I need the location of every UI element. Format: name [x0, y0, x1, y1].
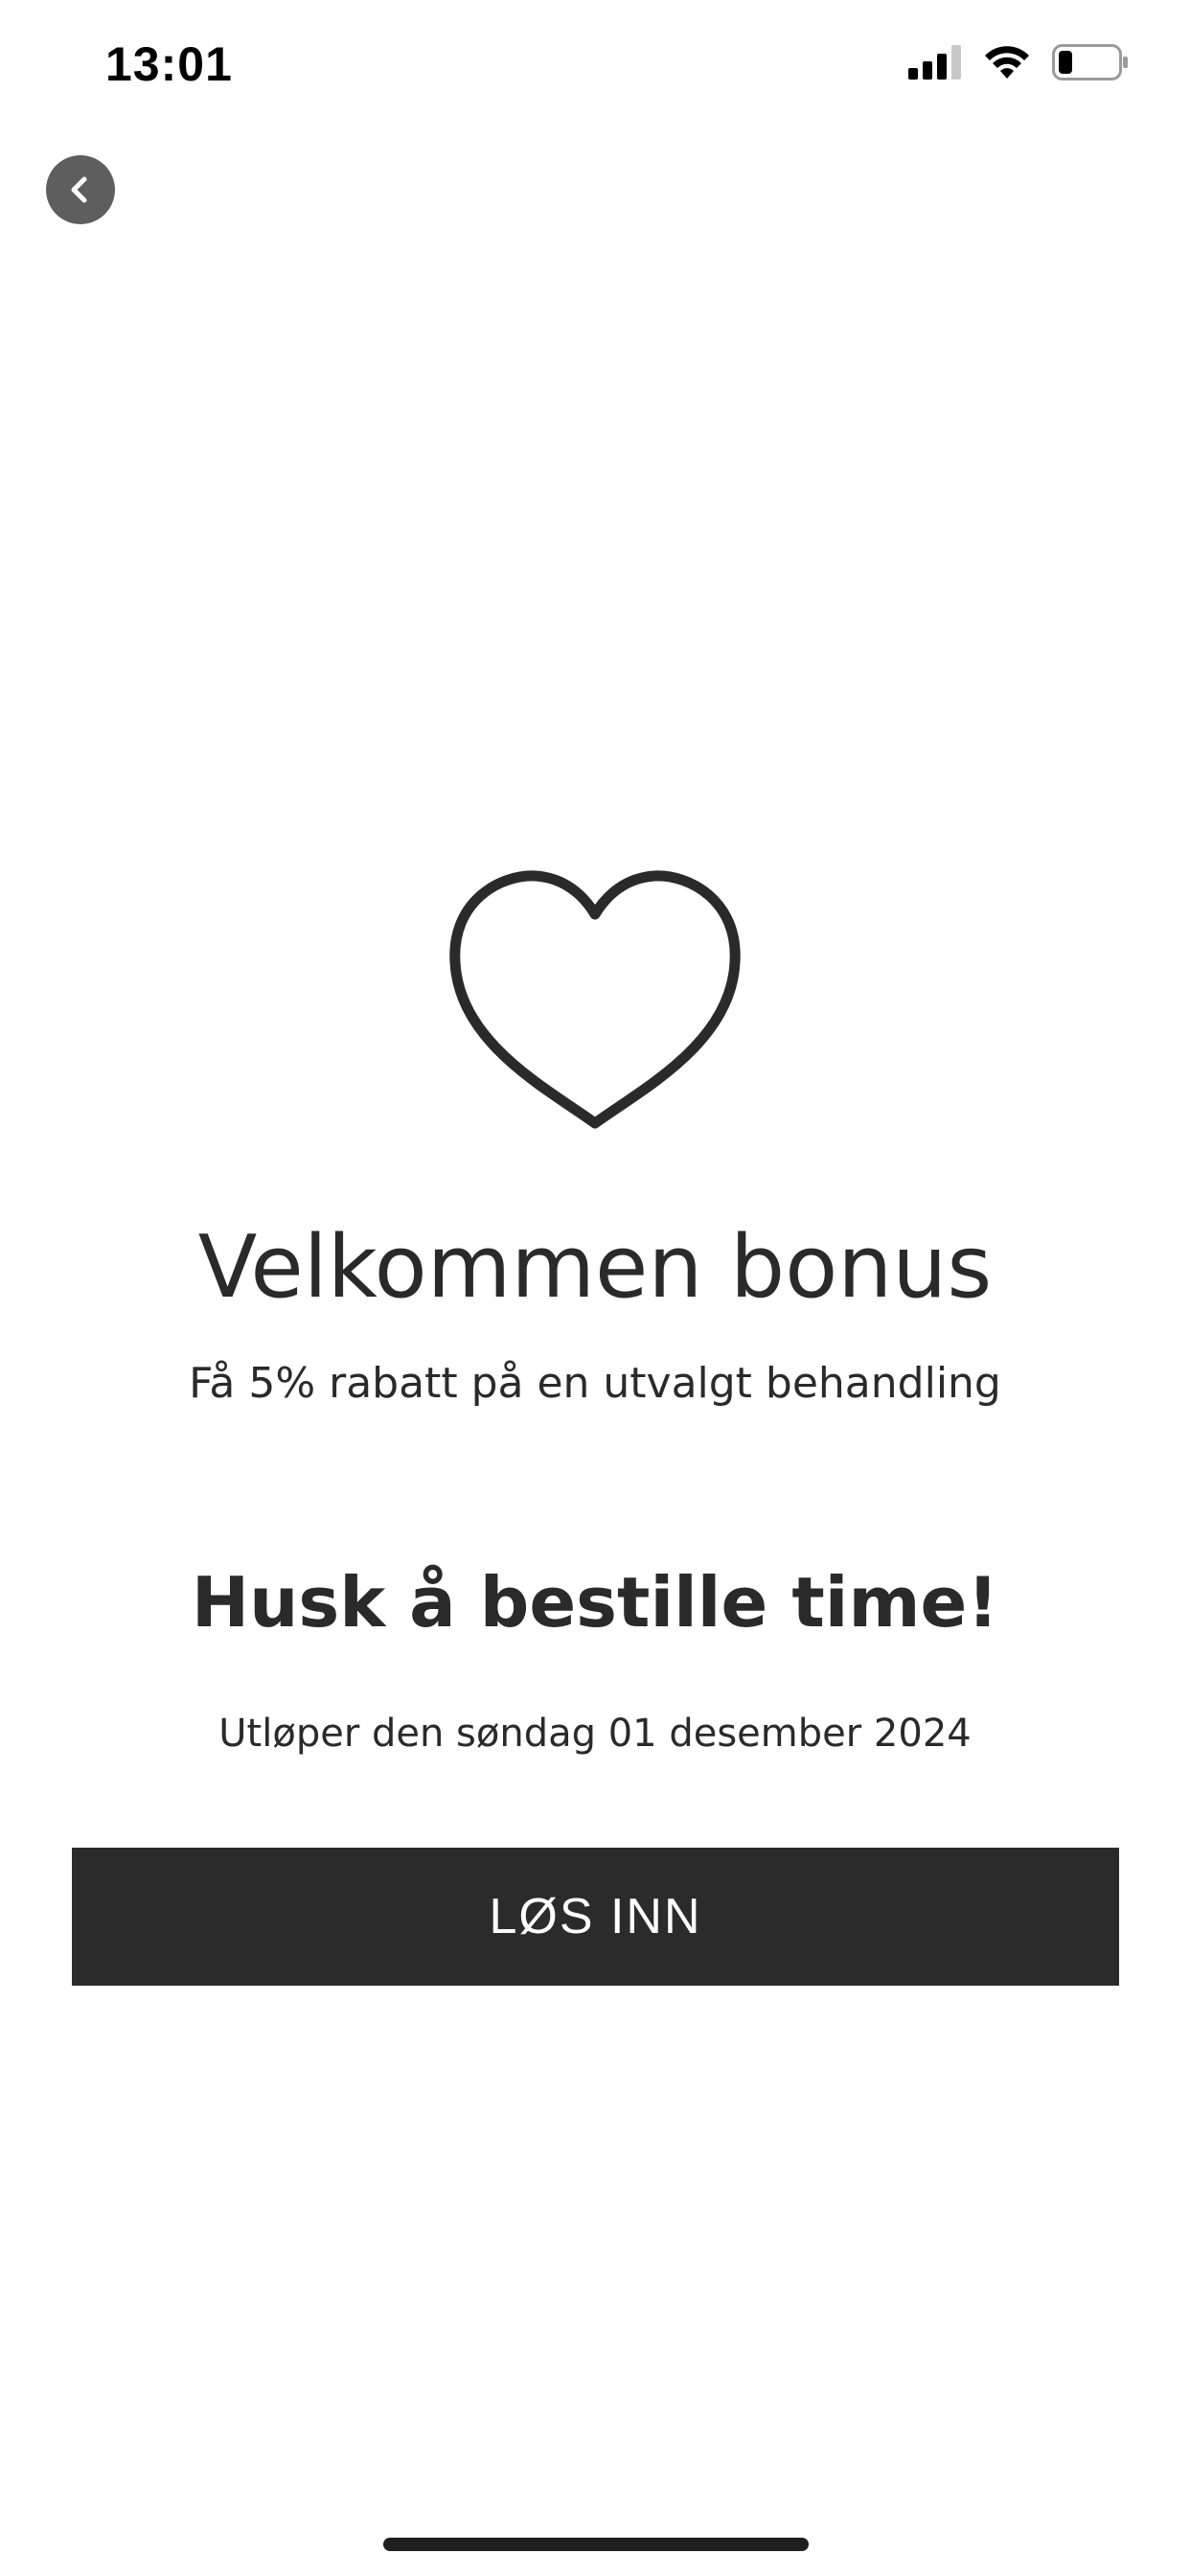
status-bar: 13:01: [0, 0, 1190, 126]
heart-outline-icon: [449, 870, 741, 1129]
status-time: 13:01: [105, 37, 233, 91]
redeem-button[interactable]: LØS INN: [72, 1848, 1119, 1986]
battery-icon: [1052, 44, 1128, 80]
bonus-subtitle: Få 5% rabatt på en utvalgt behandling: [189, 1359, 1001, 1408]
status-icons: [908, 44, 1129, 80]
wifi-icon: [985, 46, 1029, 79]
bonus-hero: [0, 862, 1190, 1131]
chevron-left-icon: [71, 176, 87, 203]
back-button[interactable]: [46, 155, 115, 224]
signal-icon: [908, 45, 961, 80]
expiry-date: Utløper den søndag 01 desember 2024: [218, 1712, 972, 1756]
bonus-title: Velkommen bonus: [197, 1217, 993, 1318]
booking-reminder: Husk å bestille time!: [191, 1562, 999, 1643]
home-indicator[interactable]: [383, 2538, 809, 2551]
